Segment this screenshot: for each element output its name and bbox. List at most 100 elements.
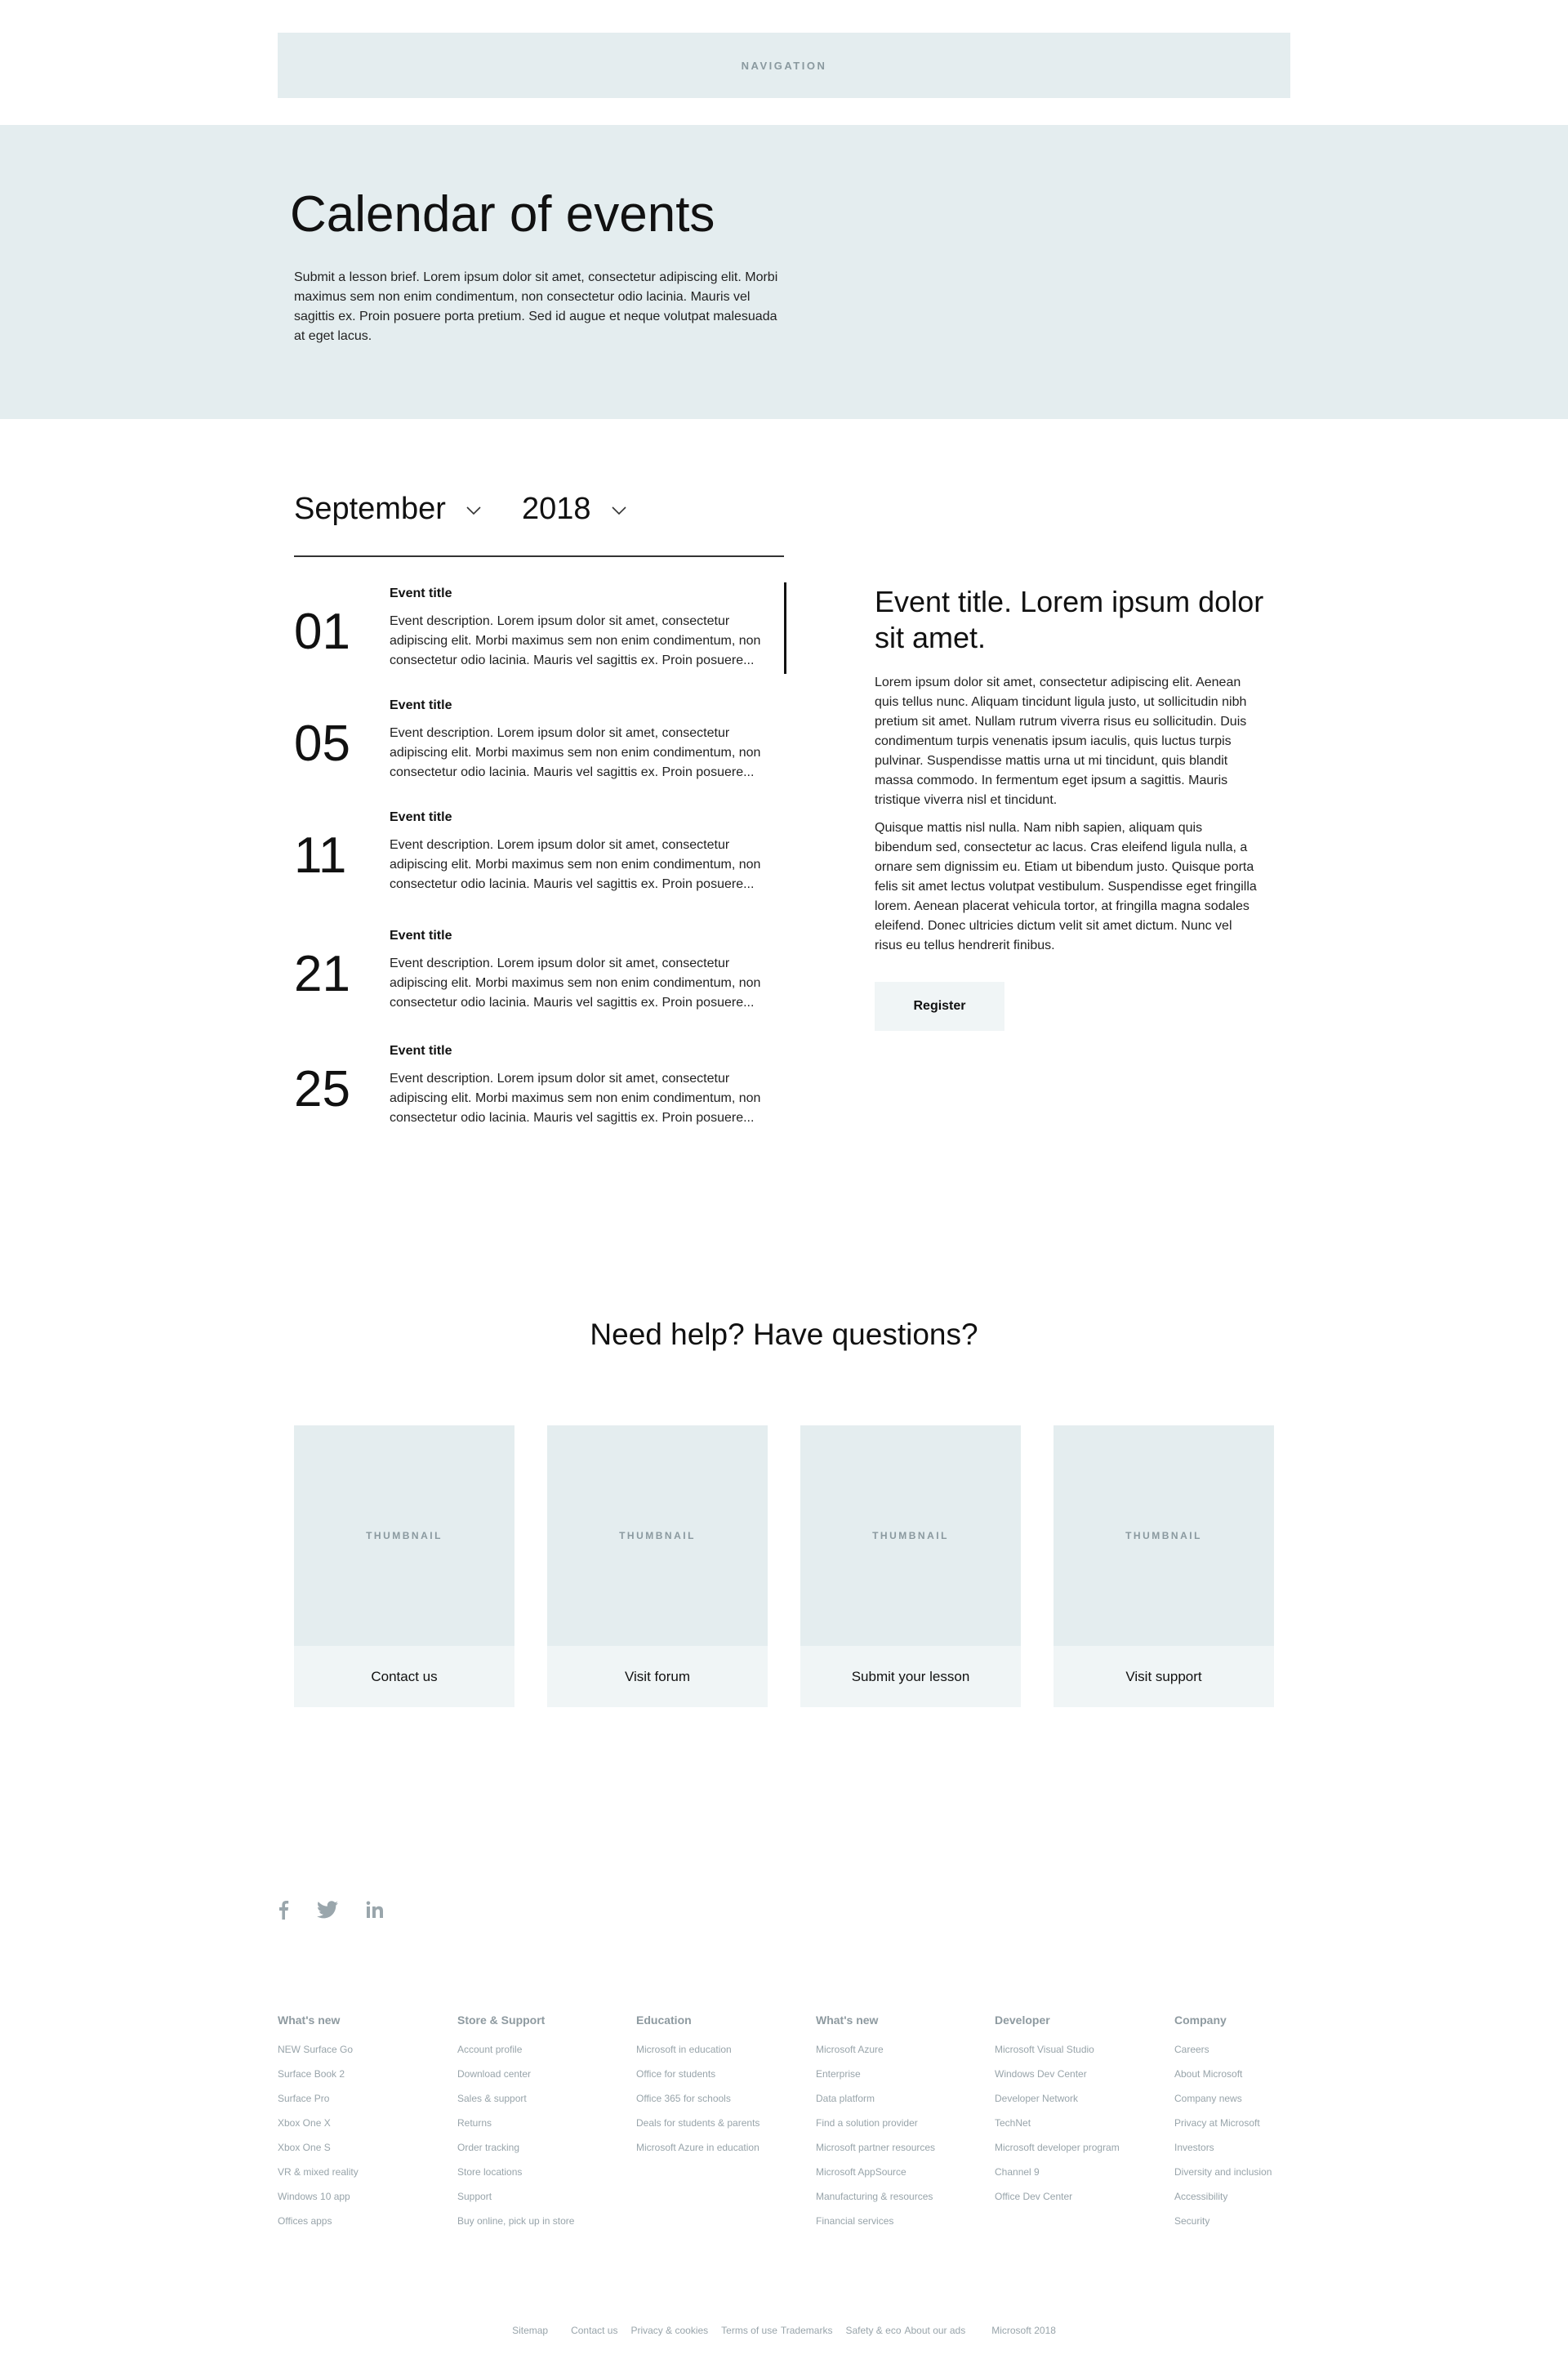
- footer-link[interactable]: Windows 10 app: [278, 2191, 350, 2202]
- footer-column-whats-new: What's new NEW Surface Go Surface Book 2…: [278, 2013, 449, 2233]
- footer-link[interactable]: Manufacturing & resources: [816, 2191, 933, 2202]
- trademarks-link[interactable]: Trademarks: [781, 2325, 833, 2336]
- footer-column-title: What's new: [816, 2013, 879, 2027]
- event-title: Event title: [390, 810, 452, 824]
- month-select-value: September: [294, 492, 446, 526]
- footer-link[interactable]: Account profile: [457, 2044, 522, 2055]
- event-item[interactable]: 21 Event title Event description. Lorem …: [294, 929, 784, 1027]
- footer-link[interactable]: TechNet: [995, 2117, 1031, 2129]
- footer-link[interactable]: Xbox One S: [278, 2142, 331, 2153]
- footer-link[interactable]: Buy online, pick up in store: [457, 2215, 574, 2227]
- footer-link[interactable]: Microsoft partner resources: [816, 2142, 935, 2153]
- event-item[interactable]: 05 Event title Event description. Lorem …: [294, 698, 784, 796]
- footer-link[interactable]: About Microsoft: [1174, 2068, 1242, 2080]
- terms-link[interactable]: Terms of use: [721, 2325, 777, 2336]
- footer-link[interactable]: Financial services: [816, 2215, 893, 2227]
- footer-link[interactable]: Microsoft developer program: [995, 2142, 1120, 2153]
- event-title: Event title: [390, 586, 452, 600]
- help-card-contact[interactable]: THUMBNAIL Contact us: [294, 1425, 514, 1707]
- navigation-bar[interactable]: NAVIGATION: [278, 33, 1290, 98]
- event-detail-title: Event title. Lorem ipsum dolor sit amet.: [875, 585, 1264, 654]
- footer-link[interactable]: Microsoft Azure: [816, 2044, 884, 2055]
- footer-column-whats-new-business: What's new Microsoft Azure Enterprise Da…: [816, 2013, 987, 2233]
- event-description: Event description. Lorem ipsum dolor sit…: [390, 614, 761, 667]
- footer-link[interactable]: Developer Network: [995, 2093, 1078, 2104]
- event-description: Event description. Lorem ipsum dolor sit…: [390, 838, 761, 891]
- footer-link[interactable]: Office Dev Center: [995, 2191, 1072, 2202]
- footer-column-developer: Developer Microsoft Visual Studio Window…: [995, 2013, 1166, 2209]
- event-title: Event title: [390, 698, 452, 712]
- footer-link[interactable]: Microsoft in education: [636, 2044, 732, 2055]
- footer-link[interactable]: Windows Dev Center: [995, 2068, 1087, 2080]
- year-select-value: 2018: [522, 492, 591, 526]
- footer-link[interactable]: Sales & support: [457, 2093, 527, 2104]
- thumbnail-label: THUMBNAIL: [1125, 1530, 1202, 1541]
- card-label[interactable]: Visit support: [1054, 1646, 1274, 1707]
- footer-link[interactable]: Office for students: [636, 2068, 715, 2080]
- footer-link[interactable]: Data platform: [816, 2093, 875, 2104]
- footer-link[interactable]: Privacy at Microsoft: [1174, 2117, 1260, 2129]
- selected-event-indicator: [784, 582, 786, 674]
- card-thumbnail: THUMBNAIL: [294, 1425, 514, 1646]
- event-item[interactable]: 11 Event title Event description. Lorem …: [294, 810, 784, 908]
- twitter-icon[interactable]: [317, 1901, 338, 1919]
- hero-section: Calendar of events Submit a lesson brief…: [0, 125, 1568, 419]
- footer-link[interactable]: Microsoft Visual Studio: [995, 2044, 1094, 2055]
- event-description: Event description. Lorem ipsum dolor sit…: [390, 957, 761, 1010]
- event-title: Event title: [390, 1044, 452, 1058]
- help-card-forum[interactable]: THUMBNAIL Visit forum: [547, 1425, 768, 1707]
- footer-column-title: Company: [1174, 2013, 1227, 2027]
- ads-link[interactable]: About our ads: [905, 2325, 966, 2336]
- footer-link[interactable]: Security: [1174, 2215, 1209, 2227]
- footer-link[interactable]: Find a solution provider: [816, 2117, 918, 2129]
- year-select[interactable]: 2018: [522, 492, 627, 527]
- event-day: 01: [294, 604, 350, 660]
- card-thumbnail: THUMBNAIL: [547, 1425, 768, 1646]
- footer-link[interactable]: Download center: [457, 2068, 531, 2080]
- footer-link[interactable]: Xbox One X: [278, 2117, 331, 2129]
- footer-link[interactable]: Office 365 for schools: [636, 2093, 731, 2104]
- event-description: Event description. Lorem ipsum dolor sit…: [390, 1072, 761, 1125]
- footer-link[interactable]: Returns: [457, 2117, 492, 2129]
- register-button[interactable]: Register: [875, 982, 1004, 1031]
- footer-column-store-support: Store & Support Account profile Download…: [457, 2013, 629, 2233]
- linkedin-icon[interactable]: [366, 1901, 384, 1919]
- footer-column-education: Education Microsoft in education Office …: [636, 2013, 808, 2160]
- footer-link[interactable]: Investors: [1174, 2142, 1214, 2153]
- copyright: Microsoft 2018: [991, 2325, 1056, 2336]
- footer-link[interactable]: Microsoft AppSource: [816, 2166, 906, 2178]
- event-day: 21: [294, 946, 350, 1002]
- safety-link[interactable]: Safety & eco: [845, 2325, 901, 2336]
- footer-link[interactable]: Diversity and inclusion: [1174, 2166, 1272, 2178]
- footer-link[interactable]: Company news: [1174, 2093, 1242, 2104]
- event-item[interactable]: 01 Event title Event description. Lorem …: [294, 586, 784, 685]
- footer-link[interactable]: Accessibility: [1174, 2191, 1227, 2202]
- footer-link[interactable]: Offices apps: [278, 2215, 332, 2227]
- footer-link[interactable]: Support: [457, 2191, 492, 2202]
- card-label[interactable]: Contact us: [294, 1646, 514, 1707]
- event-item[interactable]: 25 Event title Event description. Lorem …: [294, 1044, 784, 1142]
- footer-link[interactable]: Surface Book 2: [278, 2068, 345, 2080]
- contact-link[interactable]: Contact us: [571, 2325, 617, 2336]
- footer-link[interactable]: Store locations: [457, 2166, 522, 2178]
- card-label[interactable]: Submit your lesson: [800, 1646, 1021, 1707]
- privacy-link[interactable]: Privacy & cookies: [630, 2325, 708, 2336]
- footer-link[interactable]: Microsoft Azure in education: [636, 2142, 760, 2153]
- page-title: Calendar of events: [290, 186, 715, 243]
- sitemap-link[interactable]: Sitemap: [512, 2325, 548, 2336]
- card-label[interactable]: Visit forum: [547, 1646, 768, 1707]
- footer-link[interactable]: VR & mixed reality: [278, 2166, 359, 2178]
- footer-link[interactable]: Deals for students & parents: [636, 2117, 760, 2129]
- event-detail-paragraph: Quisque mattis nisl nulla. Nam nibh sapi…: [875, 821, 1257, 952]
- help-card-support[interactable]: THUMBNAIL Visit support: [1054, 1425, 1274, 1707]
- footer-link[interactable]: Enterprise: [816, 2068, 861, 2080]
- facebook-icon[interactable]: [278, 1900, 289, 1920]
- footer-link[interactable]: Surface Pro: [278, 2093, 329, 2104]
- help-card-submit[interactable]: THUMBNAIL Submit your lesson: [800, 1425, 1021, 1707]
- footer-link[interactable]: Careers: [1174, 2044, 1209, 2055]
- footer-link[interactable]: Order tracking: [457, 2142, 519, 2153]
- footer-link[interactable]: Channel 9: [995, 2166, 1040, 2178]
- footer-link[interactable]: NEW Surface Go: [278, 2044, 353, 2055]
- social-links: [278, 1900, 412, 1920]
- month-select[interactable]: September: [294, 492, 482, 527]
